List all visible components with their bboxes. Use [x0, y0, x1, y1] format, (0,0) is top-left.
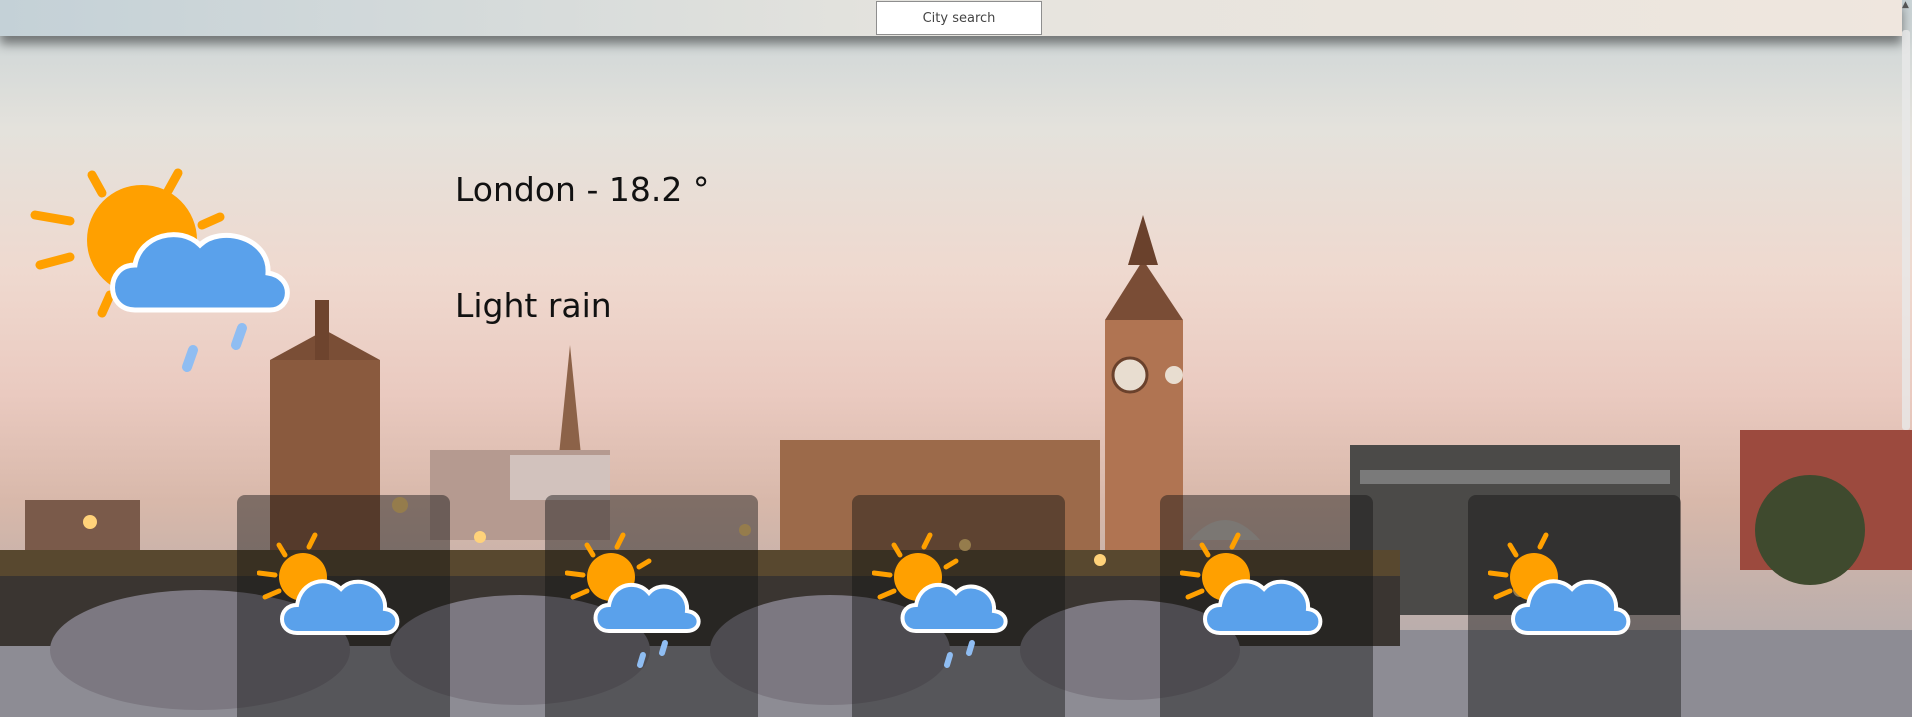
- partly-cloudy-icon: [257, 532, 400, 635]
- forecast-card[interactable]: [852, 495, 1065, 717]
- weather-description: Light rain: [455, 286, 612, 325]
- scroll-up-arrow-icon[interactable]: ▲: [1902, 0, 1912, 10]
- forecast-card[interactable]: [1160, 495, 1373, 717]
- city-search-input[interactable]: [876, 1, 1042, 35]
- scrollbar[interactable]: [1902, 30, 1910, 430]
- forecast-card[interactable]: [545, 495, 758, 717]
- forecast-card[interactable]: [1468, 495, 1681, 717]
- partly-cloudy-rain-icon: [872, 532, 1008, 668]
- partly-cloudy-icon: [1180, 532, 1323, 635]
- partly-cloudy-rain-icon: [30, 168, 290, 372]
- city-temperature: London - 18.2 °: [455, 170, 710, 209]
- partly-cloudy-icon: [1488, 532, 1631, 635]
- partly-cloudy-rain-icon: [565, 532, 701, 668]
- forecast-card[interactable]: [237, 495, 450, 717]
